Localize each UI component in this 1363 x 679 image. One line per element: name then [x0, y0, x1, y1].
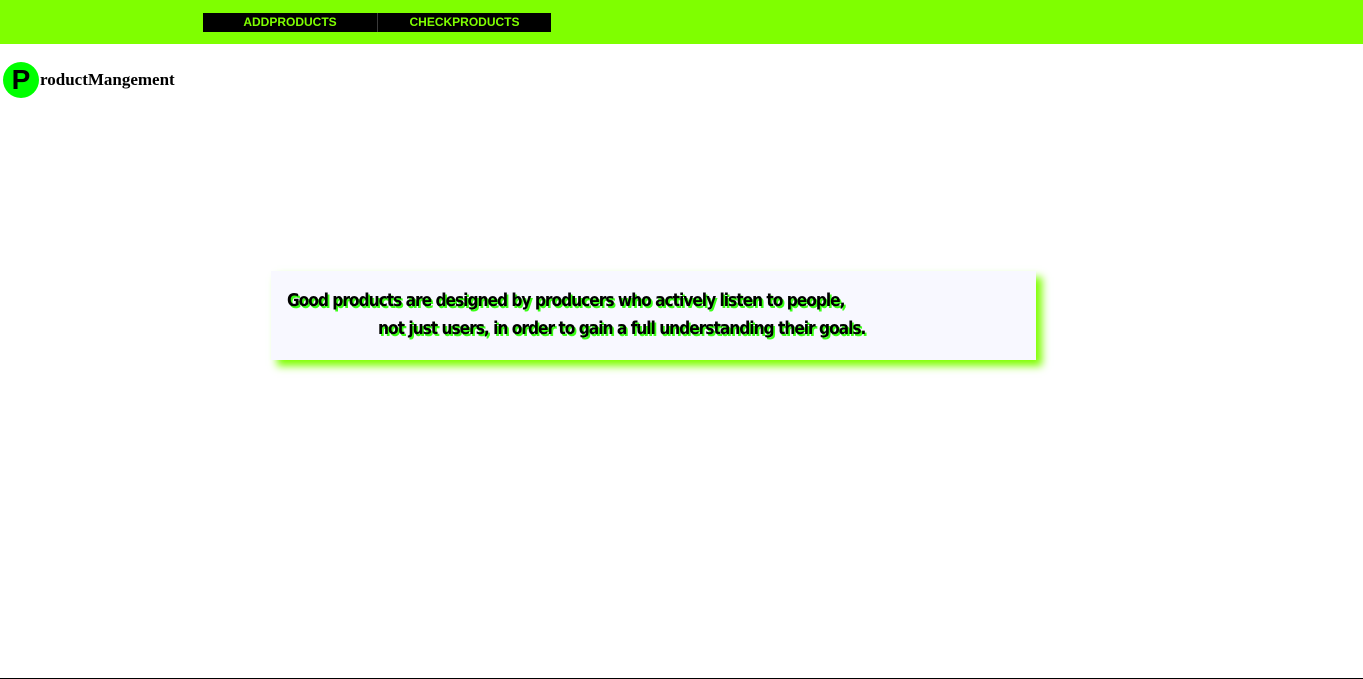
logo-icon: P — [3, 62, 39, 98]
brand-title: roductMangement — [40, 70, 175, 89]
nav-check-products-link[interactable]: CHECKPRODUCTS — [377, 13, 551, 32]
nav-menu: ADDPRODUCTS CHECKPRODUCTS — [203, 13, 551, 32]
top-bar: ADDPRODUCTS CHECKPRODUCTS — [0, 0, 1363, 44]
quote-card: Good products are designed by producers … — [271, 271, 1036, 360]
nav-add-products-link[interactable]: ADDPRODUCTS — [203, 13, 377, 32]
page: ADDPRODUCTS CHECKPRODUCTS P roductMangem… — [0, 0, 1363, 679]
quote-line-1: Good products are designed by producers … — [287, 290, 846, 311]
quote-line-2: not just users, in order to gain a full … — [378, 318, 866, 339]
brand: P roductMangement — [3, 62, 175, 98]
